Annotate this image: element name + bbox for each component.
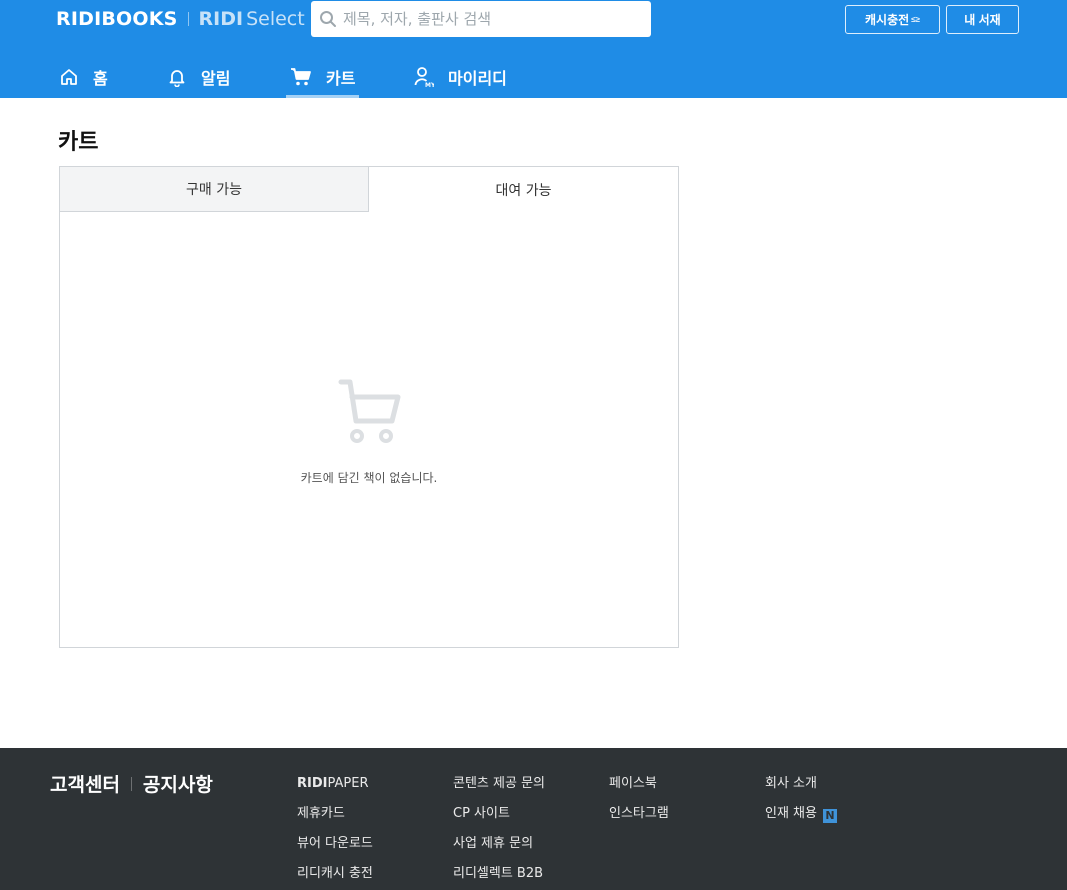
footer-column-3: 페이스북 인스타그램 <box>609 775 669 835</box>
ridipaper-brand-bold: RIDI <box>297 776 328 791</box>
empty-cart-message: 카트에 담긴 책이 없습니다. <box>300 471 438 485</box>
ridipaper-link[interactable]: RIDIPAPER <box>297 775 373 805</box>
recruit-label: 인재 채용 <box>765 806 817 821</box>
cart-panel: 구매 가능 대여 가능 카트에 담긴 책이 없습니다. <box>59 166 679 648</box>
recruit-link[interactable]: 인재 채용 N <box>765 805 837 835</box>
search-box[interactable] <box>311 1 651 37</box>
nav-item-notifications[interactable]: 알림 <box>167 56 230 98</box>
nav-item-cart[interactable]: 카트 <box>285 56 360 98</box>
search-icon <box>320 11 336 27</box>
empty-cart-icon <box>338 379 402 449</box>
nav-cart-label: 카트 <box>326 69 356 88</box>
instagram-link[interactable]: 인스타그램 <box>609 805 669 835</box>
bell-icon <box>169 70 185 87</box>
nav-notifications-label: 알림 <box>201 69 231 88</box>
my-icon: MY <box>414 67 434 88</box>
new-badge: N <box>822 809 837 823</box>
nav-home-label: 홈 <box>93 69 108 88</box>
brand-logo[interactable]: RIDIBOOKS RIDI Select <box>56 6 305 32</box>
cash-charge-button[interactable]: 캐시충전 ≤≥ <box>845 5 940 34</box>
cash-icon: ≤≥ <box>911 15 920 24</box>
home-icon <box>61 69 77 85</box>
footer-column-1: RIDIPAPER 제휴카드 뷰어 다운로드 리디캐시 충전 <box>297 775 373 890</box>
my-icon-text: MY <box>425 82 434 88</box>
footer-column-2: 콘텐츠 제공 문의 CP 사이트 사업 제휴 문의 리디셀렉트 B2B <box>453 775 545 890</box>
footer: 고객센터 공지사항 RIDIPAPER 제휴카드 뷰어 다운로드 리디캐시 충전… <box>0 748 1067 890</box>
company-intro-link[interactable]: 회사 소개 <box>765 775 837 805</box>
footer-primary-links: 고객센터 공지사항 <box>50 770 213 797</box>
search-input[interactable] <box>343 4 643 34</box>
nav-item-home[interactable]: 홈 <box>59 56 108 98</box>
notice-link[interactable]: 공지사항 <box>143 770 213 797</box>
brand-divider <box>187 12 189 26</box>
nav-item-myridi[interactable]: MY 마이리디 <box>414 56 507 98</box>
tab-rentable[interactable]: 대여 가능 <box>369 167 678 212</box>
facebook-link[interactable]: 페이스북 <box>609 775 669 805</box>
cp-site-link[interactable]: CP 사이트 <box>453 805 545 835</box>
footer-column-4: 회사 소개 인재 채용 N <box>765 775 837 835</box>
viewer-download-link[interactable]: 뷰어 다운로드 <box>297 835 373 865</box>
ridiselect-logo-light[interactable]: Select <box>246 8 305 30</box>
main-nav: 홈 알림 카트 MY 마이리디 <box>0 56 1067 98</box>
ridipaper-brand-light: PAPER <box>327 776 369 791</box>
tab-purchasable[interactable]: 구매 가능 <box>60 167 369 212</box>
partner-card-link[interactable]: 제휴카드 <box>297 805 373 835</box>
nav-myridi-label: 마이리디 <box>448 69 507 88</box>
cart-tabs: 구매 가능 대여 가능 <box>60 167 678 212</box>
footer-divider <box>130 776 132 791</box>
ridiselect-logo-bold[interactable]: RIDI <box>199 8 244 30</box>
top-header: RIDIBOOKS RIDI Select 캐시충전 ≤≥ 내 서재 홈 알림 <box>0 0 1067 98</box>
business-partnership-link[interactable]: 사업 제휴 문의 <box>453 835 545 865</box>
ridibooks-logo[interactable]: RIDIBOOKS <box>56 8 178 30</box>
cart-icon <box>291 68 311 86</box>
my-library-button[interactable]: 내 서재 <box>946 5 1019 34</box>
cash-charge-label: 캐시충전 <box>865 13 910 27</box>
ridiselect-b2b-link[interactable]: 리디셀렉트 B2B <box>453 865 545 890</box>
page-title: 카트 <box>58 130 99 155</box>
ridicash-charge-link[interactable]: 리디캐시 충전 <box>297 865 373 890</box>
customer-center-link[interactable]: 고객센터 <box>50 770 120 797</box>
content-provider-inquiry-link[interactable]: 콘텐츠 제공 문의 <box>453 775 545 805</box>
